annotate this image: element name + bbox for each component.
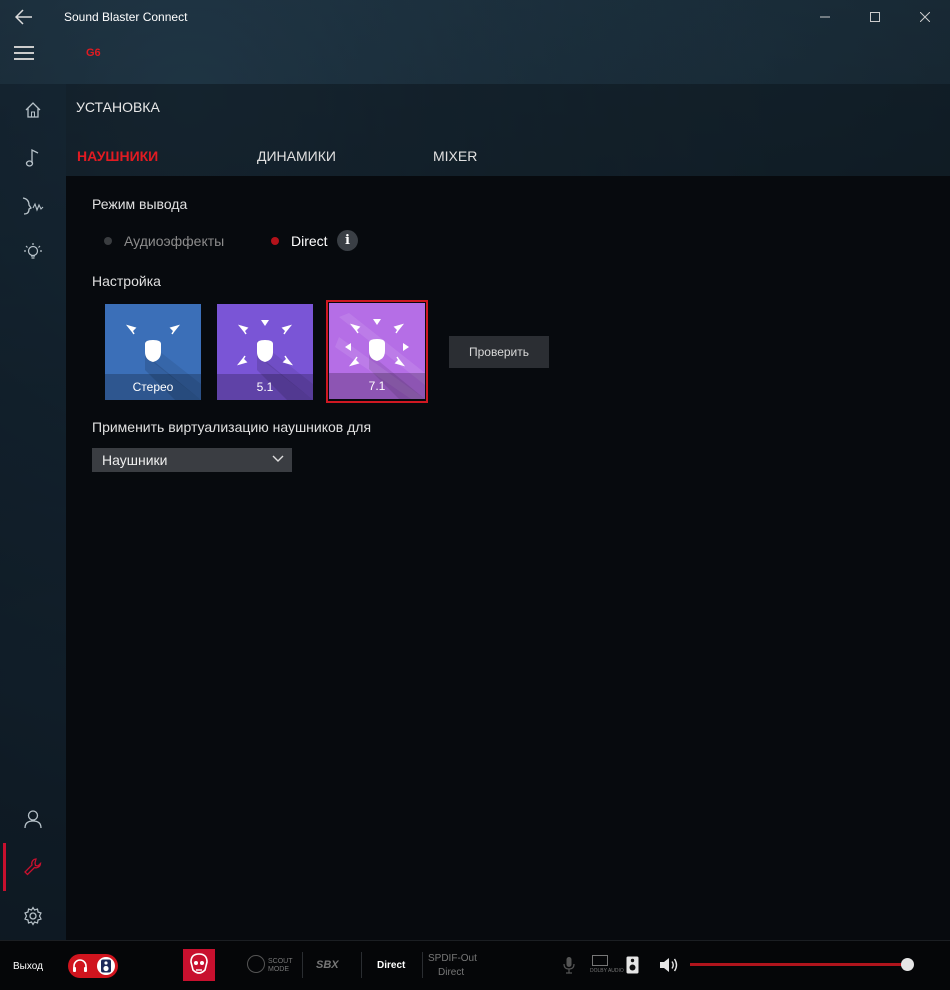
spdif-value: Direct	[438, 967, 465, 978]
home-icon	[25, 102, 41, 118]
tile-5-1-label: 5.1	[217, 374, 313, 400]
sidebar-item-settings[interactable]	[0, 892, 66, 940]
radio-direct[interactable]	[271, 237, 279, 245]
spdif-label[interactable]: SPDIF-Out	[428, 953, 477, 964]
lightbulb-icon	[24, 243, 42, 259]
back-arrow-icon	[15, 9, 32, 25]
minimize-button[interactable]	[800, 0, 850, 34]
microphone-icon[interactable]	[563, 956, 575, 979]
status-divider	[302, 952, 303, 978]
chevron-down-icon	[272, 455, 284, 462]
gear-icon	[24, 906, 42, 926]
page-title: УСТАНОВКА	[76, 99, 160, 115]
direct-mode-label[interactable]: Direct	[377, 960, 405, 971]
tab-headphones[interactable]: НАУШНИКИ	[77, 148, 158, 164]
tab-mixer[interactable]: MIXER	[433, 148, 477, 164]
info-icon[interactable]: i	[337, 230, 358, 251]
scout-mode-label[interactable]: SCOUT MODE	[268, 958, 294, 974]
status-divider	[422, 952, 423, 978]
volume-slider-track[interactable]	[690, 963, 908, 966]
output-mode-label: Режим вывода	[92, 196, 188, 212]
sidebar-item-music[interactable]	[0, 134, 66, 182]
user-icon	[24, 810, 42, 829]
sidebar-item-home[interactable]	[0, 86, 66, 134]
maximize-button[interactable]	[850, 0, 900, 34]
virtualization-label: Применить виртуализацию наушников для	[92, 419, 372, 435]
skull-avatar-icon	[190, 953, 208, 974]
tile-5-1[interactable]: 5.1	[217, 304, 313, 400]
output-toggle[interactable]	[68, 954, 118, 978]
maximize-icon	[870, 12, 880, 22]
radio-audio-effects[interactable]	[104, 237, 112, 245]
volume-slider-handle[interactable]	[901, 958, 914, 971]
content-header	[66, 84, 950, 176]
output-label: Выход	[13, 961, 43, 972]
minimize-icon	[820, 16, 830, 18]
tile-7-1[interactable]: 7.1	[329, 303, 425, 399]
status-divider	[361, 952, 362, 978]
main-panel	[66, 176, 950, 940]
sidebar-item-lighting[interactable]	[0, 228, 66, 276]
sidebar-item-voice[interactable]	[0, 182, 66, 230]
radio-direct-label[interactable]: Direct	[291, 233, 328, 249]
tile-7-1-label: 7.1	[329, 373, 425, 399]
close-icon	[920, 12, 930, 22]
headphones-output-icon	[71, 957, 89, 975]
speaker-output-icon	[97, 957, 115, 975]
scout-mode-icon[interactable]	[247, 955, 265, 973]
config-label: Настройка	[92, 273, 161, 289]
voice-wave-icon	[22, 197, 44, 215]
device-name: G6	[86, 47, 101, 59]
tile-stereo[interactable]: Стерео	[105, 304, 201, 400]
music-note-icon	[25, 148, 39, 167]
app-title: Sound Blaster Connect	[64, 10, 188, 24]
hamburger-menu-icon[interactable]	[14, 46, 34, 60]
title-bar: Sound Blaster Connect	[0, 0, 950, 34]
sbx-label[interactable]: SBX	[316, 959, 339, 971]
tile-stereo-label: Стерео	[105, 374, 201, 400]
virtualization-select-value: Наушники	[102, 452, 168, 468]
dolby-icon[interactable]	[592, 955, 608, 966]
sidebar-item-profile[interactable]	[0, 795, 66, 843]
window-controls	[800, 0, 950, 34]
close-button[interactable]	[900, 0, 950, 34]
volume-icon[interactable]	[659, 956, 679, 979]
virtualization-select[interactable]: Наушники	[92, 448, 292, 472]
back-button[interactable]	[0, 0, 48, 34]
speaker-device-icon[interactable]	[626, 956, 639, 979]
radio-audio-effects-label[interactable]: Аудиоэффекты	[124, 233, 224, 249]
avatar[interactable]	[183, 949, 215, 981]
test-button[interactable]: Проверить	[449, 336, 549, 368]
wrench-icon	[24, 858, 42, 876]
sidebar-item-setup[interactable]	[0, 843, 66, 891]
tab-speakers[interactable]: ДИНАМИКИ	[257, 148, 336, 164]
dolby-label: DOLBY AUDIO	[590, 968, 624, 974]
